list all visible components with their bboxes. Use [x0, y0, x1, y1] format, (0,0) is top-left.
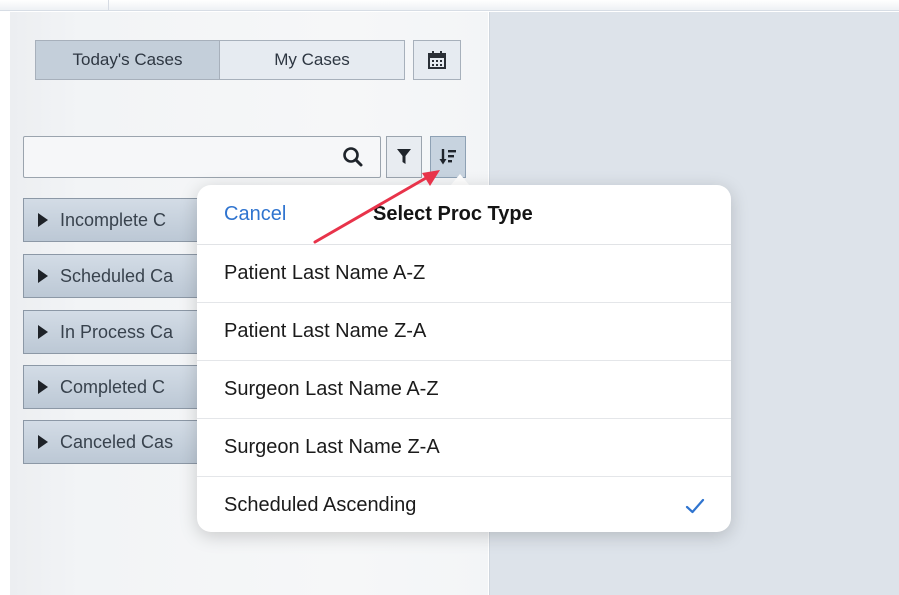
sort-option-surgeon-a-z[interactable]: Surgeon Last Name A-Z: [197, 361, 731, 419]
sort-option-patient-z-a[interactable]: Patient Last Name Z-A: [197, 303, 731, 361]
expand-triangle-icon: [38, 269, 48, 283]
top-bar-divider: [108, 0, 109, 10]
calendar-icon: [428, 51, 446, 69]
cases-segmented-control: Today's Cases My Cases: [35, 40, 405, 80]
checkmark-icon: [685, 498, 705, 514]
filter-icon: [397, 149, 411, 164]
search-icon[interactable]: [342, 146, 364, 168]
expand-triangle-icon: [38, 325, 48, 339]
expand-triangle-icon: [38, 435, 48, 449]
sort-option-label: Surgeon Last Name A-Z: [224, 378, 439, 400]
sort-option-patient-a-z[interactable]: Patient Last Name A-Z: [197, 245, 731, 303]
search-input[interactable]: [23, 136, 381, 178]
sort-icon: [439, 149, 456, 165]
sort-option-surgeon-z-a[interactable]: Surgeon Last Name Z-A: [197, 419, 731, 477]
category-completed[interactable]: Completed C: [23, 365, 199, 409]
popover-title: Select Proc Type: [373, 203, 533, 225]
filter-button[interactable]: [386, 136, 422, 178]
sort-option-label: Patient Last Name A-Z: [224, 262, 426, 284]
sort-option-scheduled-ascending[interactable]: Scheduled Ascending: [197, 477, 731, 532]
category-label: Canceled Cas: [60, 431, 174, 452]
category-scheduled[interactable]: Scheduled Ca: [23, 254, 199, 298]
category-in-process[interactable]: In Process Ca: [23, 310, 199, 354]
cancel-button[interactable]: Cancel: [224, 203, 286, 226]
expand-triangle-icon: [38, 213, 48, 227]
category-label: In Process Ca: [60, 321, 174, 342]
sort-button[interactable]: [430, 136, 466, 178]
top-bar: [0, 0, 899, 11]
calendar-button[interactable]: [413, 40, 461, 80]
category-label: Incomplete C: [60, 209, 167, 230]
category-label: Scheduled Ca: [60, 265, 174, 286]
category-canceled[interactable]: Canceled Cas: [23, 420, 199, 464]
sort-option-label: Patient Last Name Z-A: [224, 320, 427, 342]
todays-cases-tab[interactable]: Today's Cases: [36, 41, 220, 79]
expand-triangle-icon: [38, 380, 48, 394]
sort-option-label: Surgeon Last Name Z-A: [224, 436, 440, 458]
popover-header: Cancel Select Proc Type: [197, 185, 731, 245]
sort-option-label: Scheduled Ascending: [224, 494, 417, 516]
my-cases-tab[interactable]: My Cases: [220, 41, 404, 79]
category-label: Completed C: [60, 376, 166, 397]
category-incomplete[interactable]: Incomplete C: [23, 198, 199, 242]
sort-popover: Cancel Select Proc Type Patient Last Nam…: [197, 185, 731, 532]
